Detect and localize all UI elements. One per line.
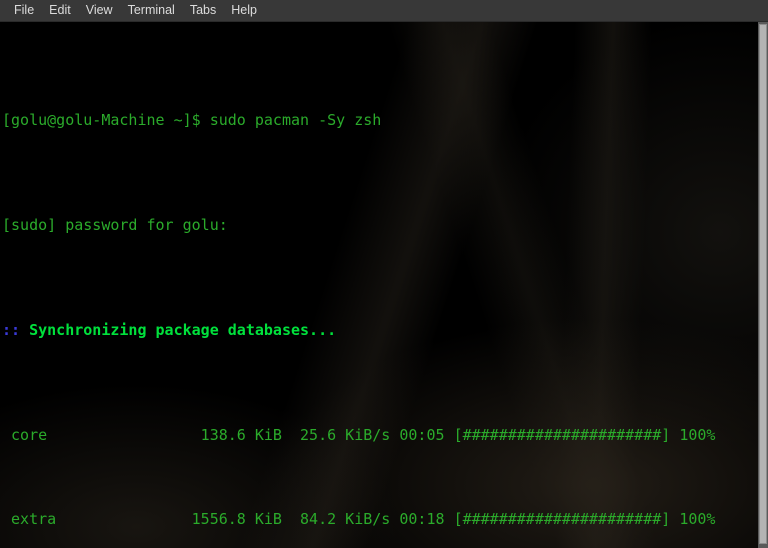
menu-bar: File Edit View Terminal Tabs Help (0, 0, 768, 22)
menu-item-edit[interactable]: Edit (42, 2, 79, 20)
progress-bar: [######################] (453, 510, 671, 528)
terminal-screen: [golu@golu-Machine ~]$ sudo pacman -Sy z… (0, 22, 758, 548)
table-row: extra 1556.8 KiB 84.2 KiB/s 00:18 [#####… (2, 509, 758, 530)
sync-message: Synchronizing package databases... (29, 321, 337, 339)
sudo-password-prompt: [sudo] password for golu: (2, 216, 228, 234)
terminal-scrollbar[interactable] (758, 22, 768, 548)
repo-time: 00:18 (399, 510, 454, 528)
repo-time: 00:05 (399, 426, 454, 444)
repo-percent: 100% (670, 510, 716, 528)
terminal-line-sync: :: Synchronizing package databases... (2, 320, 758, 341)
repo-rate: 84.2 KiB/s (300, 510, 400, 528)
terminal-line-sudo-password: [sudo] password for golu: (2, 215, 758, 236)
repo-name: extra (2, 510, 183, 528)
menu-item-terminal[interactable]: Terminal (121, 2, 183, 20)
menu-item-help[interactable]: Help (224, 2, 265, 20)
menu-item-tabs[interactable]: Tabs (183, 2, 224, 20)
menu-item-view[interactable]: View (79, 2, 121, 20)
table-row: core 138.6 KiB 25.6 KiB/s 00:05 [#######… (2, 425, 758, 446)
terminal-line-command: [golu@golu-Machine ~]$ sudo pacman -Sy z… (2, 110, 758, 131)
repo-size: 1556.8 KiB (182, 510, 301, 528)
progress-bar: [######################] (453, 426, 671, 444)
scrollbar-thumb[interactable] (759, 24, 767, 544)
repo-size: 138.6 KiB (182, 426, 301, 444)
pacman-prefix-icon: :: (2, 321, 30, 339)
menu-item-file[interactable]: File (7, 2, 42, 20)
typed-command: sudo pacman -Sy zsh (209, 111, 382, 129)
shell-prompt: [golu@golu-Machine ~]$ (2, 111, 210, 129)
repo-name: core (2, 426, 183, 444)
repo-rate: 25.6 KiB/s (300, 426, 400, 444)
terminal-window: File Edit View Terminal Tabs Help [golu@… (0, 0, 768, 548)
repo-percent: 100% (670, 426, 716, 444)
terminal-output-area[interactable]: [golu@golu-Machine ~]$ sudo pacman -Sy z… (0, 22, 758, 548)
